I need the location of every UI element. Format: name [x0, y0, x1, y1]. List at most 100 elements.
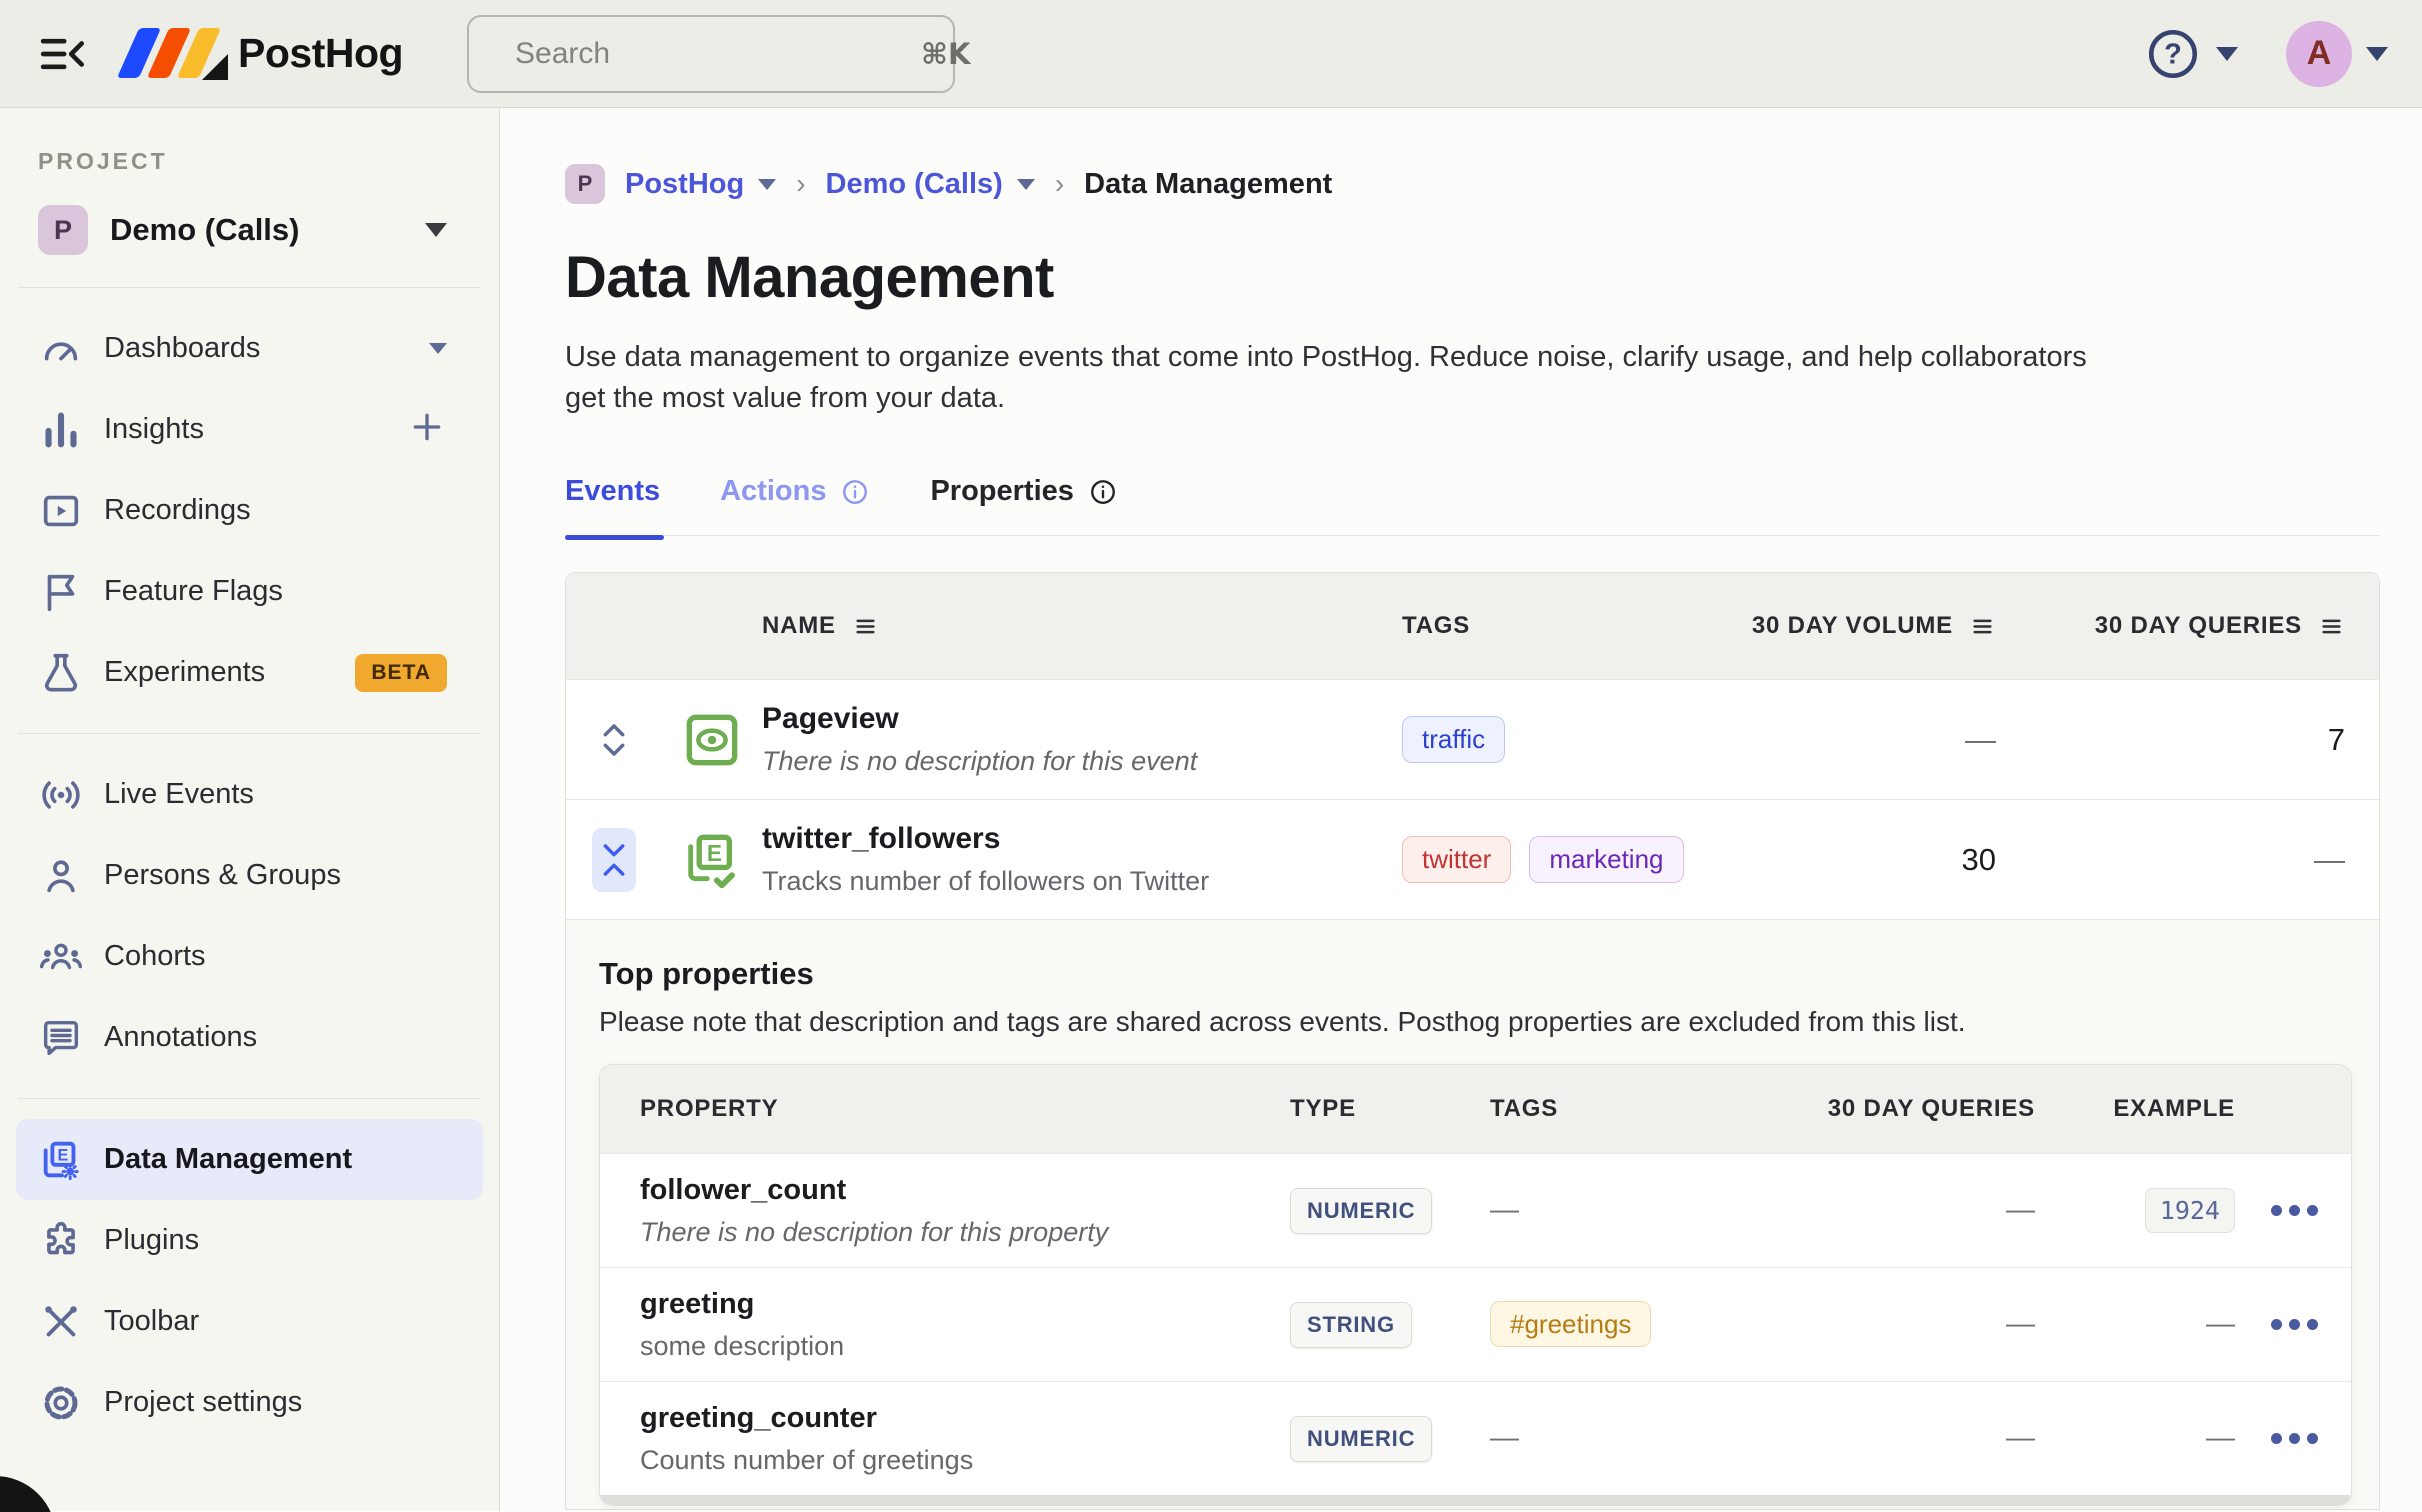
play-square-icon: [43, 495, 79, 526]
person-icon: [47, 859, 75, 892]
sidebar-item-recordings[interactable]: Live Events Recordings: [16, 470, 483, 551]
sidebar-item-cohorts[interactable]: Cohorts: [16, 916, 483, 997]
event-name: twitter_followers: [762, 822, 1001, 855]
breadcrumb-separator: ›: [1054, 168, 1065, 199]
property-description: There is no description for this propert…: [640, 1216, 1109, 1247]
event-row-pageview[interactable]: Pageview There is no description for thi…: [566, 679, 2379, 799]
queries-empty: —: [2006, 1194, 2035, 1226]
account-menu-button[interactable]: [2366, 46, 2388, 61]
more-options-button[interactable]: [2271, 1319, 2351, 1330]
example-empty: —: [2206, 1422, 2235, 1454]
property-row-follower-count[interactable]: follower_count There is no description f…: [600, 1153, 2351, 1267]
sidebar-item-data-management[interactable]: E Data Management: [16, 1119, 483, 1200]
sidebar-item-project-settings[interactable]: Project settings: [16, 1362, 483, 1443]
property-name: greeting: [640, 1287, 755, 1320]
expand-row-button[interactable]: [592, 708, 636, 772]
help-menu-button[interactable]: ?: [2144, 25, 2238, 83]
divider: [18, 1098, 481, 1099]
sidebar-item-toolbar[interactable]: Toolbar: [16, 1281, 483, 1362]
queries-value: 7: [2327, 721, 2345, 757]
breadcrumb-org[interactable]: PostHog: [625, 168, 777, 201]
event-row-twitter-followers[interactable]: E twitter_followers Tracks number of fol…: [566, 799, 2379, 919]
project-name: Demo (Calls): [110, 212, 300, 247]
sidebar-item-feature-flags[interactable]: Feature Flags: [16, 551, 483, 632]
chevrons-expand-icon: [603, 723, 625, 756]
sidebar-item-persons-groups[interactable]: Persons & Groups: [16, 835, 483, 916]
property-description: Counts number of greetings: [640, 1444, 974, 1475]
posthog-logo[interactable]: PostHog: [116, 26, 404, 82]
breadcrumb-project[interactable]: Demo (Calls): [826, 168, 1035, 201]
project-switcher[interactable]: P Demo (Calls): [16, 193, 483, 267]
sort-icon[interactable]: [1969, 613, 1996, 640]
broadcast-icon: [42, 780, 80, 809]
events-table: NAME TAGS 30 DAY VOLUME 30 DAY QUERIES P…: [565, 572, 2380, 1510]
sidebar-item-insights[interactable]: Insights: [16, 389, 483, 470]
collapse-sidebar-button[interactable]: [34, 25, 92, 83]
svg-text:E: E: [57, 1146, 68, 1164]
sort-icon[interactable]: [2318, 613, 2345, 640]
sidebar-item-experiments[interactable]: Experiments BETA: [16, 632, 483, 713]
tag-traffic[interactable]: traffic: [1402, 716, 1506, 763]
volume-value: —: [1965, 721, 1996, 757]
collapse-row-button[interactable]: [592, 827, 636, 892]
event-description: Tracks number of followers on Twitter: [762, 866, 1210, 896]
top-bar: PostHog ⌘K ? A: [0, 0, 2422, 108]
top-properties-title: Top properties: [599, 956, 814, 991]
sidebar-item-plugins[interactable]: Plugins: [16, 1200, 483, 1281]
search-input[interactable]: [515, 36, 902, 71]
property-row-greeting-counter[interactable]: greeting_counter Counts number of greeti…: [600, 1381, 2351, 1495]
flag-icon: [47, 574, 75, 611]
top-properties-note: Please note that description and tags ar…: [599, 1006, 1966, 1037]
tag-twitter[interactable]: twitter: [1402, 836, 1512, 883]
flask-icon: [44, 653, 78, 691]
properties-table-header: PROPERTY TYPE TAGS 30 DAY QUERIES EXAMPL…: [600, 1065, 2351, 1153]
chevron-down-icon: [425, 223, 447, 237]
events-table-header: NAME TAGS 30 DAY VOLUME 30 DAY QUERIES: [566, 573, 2379, 679]
info-icon: [1090, 479, 1115, 504]
page-description: Use data management to organize events t…: [565, 341, 2087, 414]
divider: [18, 287, 481, 288]
bar-chart-icon: [45, 412, 77, 447]
tab-bar: Events Actions Properties: [565, 475, 2380, 540]
brand-name: PostHog: [238, 30, 404, 76]
chevron-down-icon: [429, 343, 447, 354]
autocapture-event-icon: [686, 714, 738, 765]
column-header-queries: 30 DAY QUERIES: [1827, 1095, 2035, 1122]
queries-empty: —: [2006, 1308, 2035, 1340]
column-header-volume: 30 DAY VOLUME: [1706, 612, 1996, 640]
type-badge: NUMERIC: [1290, 1187, 1433, 1234]
tag-greetings[interactable]: #greetings: [1490, 1301, 1652, 1347]
event-description: There is no description for this event: [762, 746, 1198, 776]
sidebar: PROJECT P Demo (Calls) Dashboards Insigh…: [0, 108, 500, 1511]
column-header-property: PROPERTY: [640, 1095, 779, 1122]
tag-marketing[interactable]: marketing: [1529, 836, 1684, 883]
example-empty: —: [2206, 1308, 2235, 1340]
sidebar-item-dashboards[interactable]: Dashboards: [16, 308, 483, 389]
breadcrumb-current: Data Management: [1084, 167, 1333, 200]
add-insight-button[interactable]: [407, 407, 447, 452]
expanded-event-panel: Top properties Please note that descript…: [566, 919, 2379, 1509]
property-row-greeting[interactable]: greeting some description STRING #greeti…: [600, 1267, 2351, 1381]
org-initial-badge: P: [565, 164, 605, 204]
tab-events[interactable]: Events: [565, 475, 665, 540]
puzzle-icon: [47, 1221, 75, 1254]
project-section-label: PROJECT: [38, 148, 168, 174]
property-name: follower_count: [640, 1173, 847, 1206]
tab-properties[interactable]: Properties: [930, 475, 1117, 508]
chevrons-collapse-icon: [603, 843, 625, 876]
more-options-button[interactable]: [2271, 1205, 2351, 1216]
tab-actions[interactable]: Actions: [720, 475, 870, 508]
sort-icon[interactable]: [852, 613, 879, 640]
gauge-icon: [44, 341, 78, 360]
chevron-down-icon: [758, 178, 777, 190]
column-header-tags: TAGS: [1402, 612, 1471, 639]
top-properties-table: PROPERTY TYPE TAGS 30 DAY QUERIES EXAMPL…: [599, 1064, 2352, 1506]
more-options-button[interactable]: [2271, 1433, 2351, 1444]
verified-event-icon: E: [688, 834, 735, 888]
sidebar-item-annotations[interactable]: Annotations: [16, 997, 483, 1078]
sidebar-item-live-events[interactable]: Live Events: [16, 754, 483, 835]
tools-icon: [45, 1305, 77, 1336]
avatar[interactable]: A: [2286, 20, 2352, 87]
global-search[interactable]: ⌘K: [467, 14, 970, 93]
tags-empty: —: [1490, 1194, 1519, 1226]
